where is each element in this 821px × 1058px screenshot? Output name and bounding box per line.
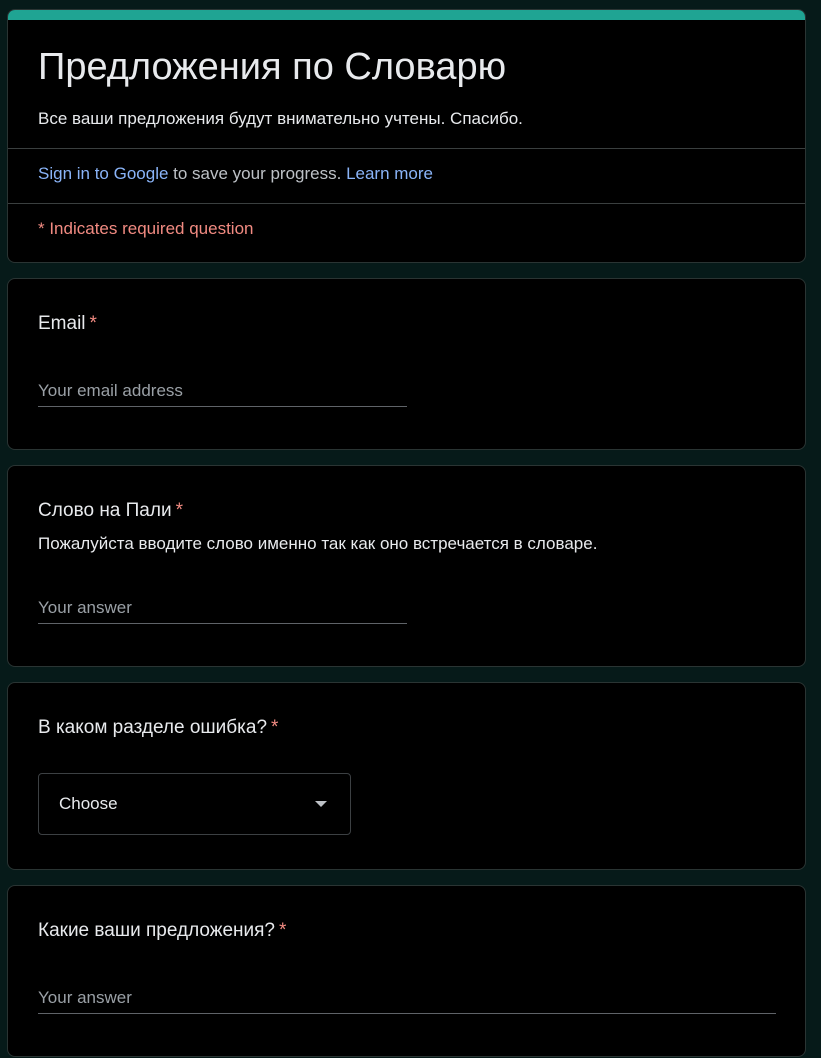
question-card-section: В каком разделе ошибка? * Choose [7, 682, 806, 870]
required-note: * Indicates required question [38, 219, 254, 238]
signin-text: to save your progress. [168, 164, 347, 183]
question-card-email: Email * [7, 278, 806, 450]
pali-word-input[interactable] [38, 592, 407, 624]
required-star: * [89, 313, 97, 334]
question-label: Какие ваши предложения? * [38, 920, 286, 942]
form-title: Предложения по Словарю [38, 46, 507, 88]
dropdown-selected-value: Choose [59, 794, 118, 813]
header-divider [8, 148, 805, 149]
form-description: Все ваши предложения будут внимательно у… [38, 109, 523, 128]
required-star: * [271, 717, 279, 738]
question-card-suggestions: Какие ваши предложения? * [7, 885, 806, 1057]
question-title: Email [38, 313, 86, 334]
question-title: Какие ваши предложения? [38, 920, 275, 941]
signin-link[interactable]: Sign in to Google [38, 164, 168, 183]
question-label: Email * [38, 313, 97, 335]
signin-row: Sign in to Google to save your progress.… [38, 164, 433, 184]
question-card-pali-word: Слово на Пали * Пожалуйста вводите слово … [7, 465, 806, 667]
email-input[interactable] [38, 375, 407, 407]
section-dropdown[interactable]: Choose [38, 773, 351, 835]
form-header-card: Предложения по Словарю Все ваши предложе… [7, 9, 806, 263]
question-title: В каком разделе ошибка? [38, 717, 268, 738]
question-help-text: Пожалуйста вводите слово именно так как … [38, 534, 598, 553]
suggestions-input[interactable] [38, 982, 776, 1014]
learn-more-link[interactable]: Learn more [346, 164, 433, 183]
question-label: Слово на Пали * [38, 500, 183, 522]
header-accent-bar [8, 10, 805, 20]
required-star: * [278, 920, 287, 941]
question-title: Слово на Пали [38, 500, 172, 521]
required-star: * [175, 500, 183, 521]
arrow-drop-down-icon [315, 801, 327, 807]
header-divider [8, 203, 805, 204]
form-page: Предложения по Словарю Все ваши предложе… [0, 0, 821, 1058]
question-label: В каком разделе ошибка? * [38, 717, 278, 739]
